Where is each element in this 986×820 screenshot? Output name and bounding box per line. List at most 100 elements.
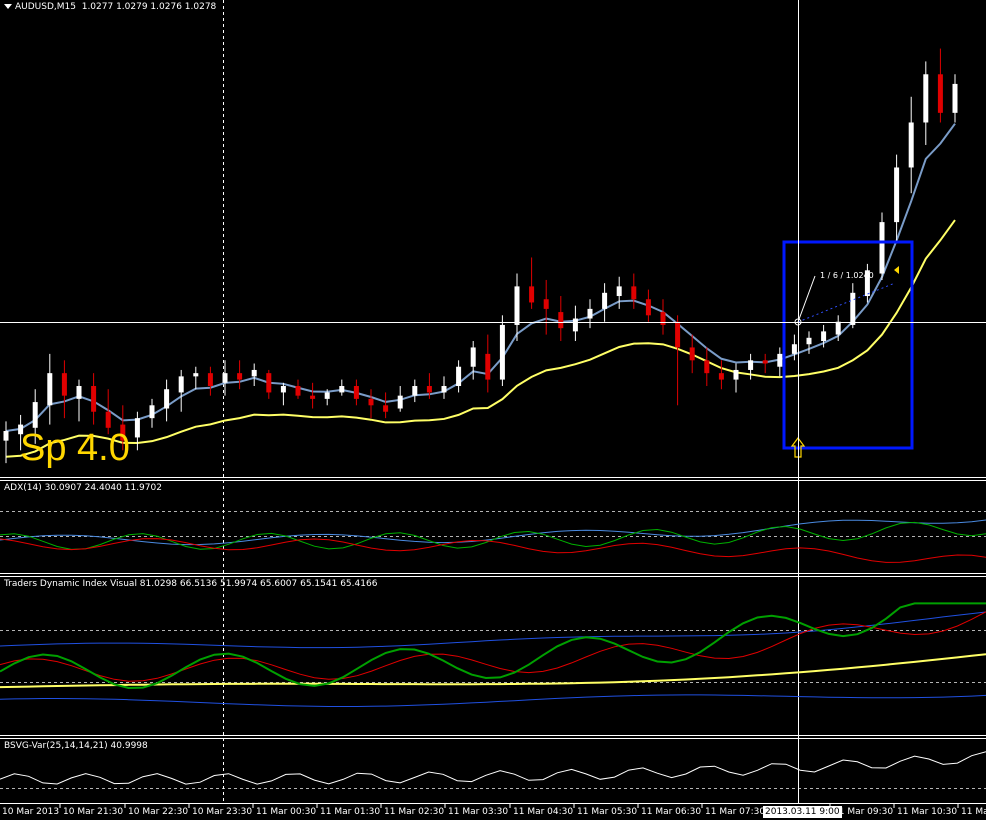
candle: [529, 257, 535, 309]
candle: [879, 212, 885, 280]
tdi-label: Traders Dynamic Index Visual 81.0298 66.…: [4, 579, 378, 589]
candle-body: [923, 74, 929, 123]
candle-body: [543, 299, 549, 309]
bsvg-line: [0, 751, 986, 785]
candle: [164, 379, 170, 422]
candle-body: [675, 321, 681, 348]
tdi-lower-band: [0, 694, 986, 707]
candle-body: [602, 292, 608, 309]
candle: [762, 353, 768, 374]
candle: [675, 315, 681, 406]
candle-body: [572, 318, 578, 332]
candle-body: [397, 395, 403, 409]
candle-body: [645, 299, 651, 316]
fast-ma-line: [5, 123, 956, 432]
candle-body: [47, 373, 53, 406]
candle-body: [91, 386, 97, 412]
candle: [412, 379, 418, 403]
candle-body: [280, 386, 286, 393]
candle: [485, 334, 491, 393]
candle-body: [383, 405, 389, 412]
candle-body: [3, 431, 9, 441]
ohlc-values: 1.0277 1.0279 1.0276 1.0278: [81, 2, 217, 12]
candle: [850, 283, 856, 329]
candle-body: [499, 324, 505, 380]
candle-body: [631, 286, 637, 300]
candle-body: [850, 292, 856, 325]
time-label: 11 Mar 05:30: [577, 807, 638, 817]
candle: [441, 376, 447, 399]
bsvg-indicator-line: [0, 751, 986, 785]
candle: [383, 392, 389, 419]
candle-body: [251, 369, 257, 377]
tdi-indicator-lines: [0, 602, 986, 707]
price-chart-canvas[interactable]: [0, 0, 986, 820]
symbol-title: AUDUSD,M15: [15, 2, 76, 12]
time-label: 11 Mar 10:30: [897, 807, 958, 817]
time-label: 11 Mar 02:30: [384, 807, 445, 817]
candle-body: [689, 347, 695, 361]
candle-body: [777, 353, 783, 367]
candle: [923, 61, 929, 145]
candle: [733, 363, 739, 393]
candle-body: [660, 312, 666, 325]
time-label: 10 Mar 2013: [2, 807, 60, 817]
moving-averages: [5, 123, 956, 458]
trendline[interactable]: [797, 282, 896, 323]
time-label: 10 Mar 23:30: [192, 807, 253, 817]
candle: [178, 369, 184, 412]
candle: [339, 379, 345, 396]
candle-body: [456, 366, 462, 387]
candle: [937, 48, 943, 123]
candle: [266, 369, 272, 399]
time-label: 11 Mar 06:30: [641, 807, 702, 817]
time-label: 11 Mar 03:30: [448, 807, 509, 817]
adx-indicator-lines: [0, 519, 986, 563]
candle: [514, 273, 520, 342]
candle-body: [733, 369, 739, 380]
candle: [587, 299, 593, 329]
candle: [952, 74, 958, 123]
candle-body: [514, 286, 520, 325]
plus-di-line: [0, 521, 986, 550]
candle-body: [587, 308, 593, 319]
candle: [543, 279, 549, 335]
candle: [689, 334, 695, 374]
candle: [631, 273, 637, 309]
time-label: 11 Mar 00:30: [256, 807, 317, 817]
candle-body: [426, 386, 432, 393]
adx-label: ADX(14) 30.0907 24.4040 11.9702: [4, 483, 162, 493]
candle-body: [61, 373, 67, 396]
time-label: 11 Mar: [961, 807, 986, 817]
candle-body: [616, 286, 622, 297]
candle-body: [791, 344, 797, 354]
time-label: 11 Mar 01:30: [320, 807, 381, 817]
candle: [499, 315, 505, 387]
candle-body: [134, 418, 140, 438]
candle-body: [762, 360, 768, 364]
candle-body: [718, 373, 724, 380]
dropdown-triangle-icon[interactable]: [4, 4, 12, 9]
candle-body: [32, 402, 38, 428]
candlesticks: [3, 48, 958, 464]
candle-body: [339, 386, 345, 393]
candle-body: [908, 122, 914, 168]
candle: [616, 276, 622, 309]
candle-body: [748, 360, 754, 370]
candle-body: [237, 373, 243, 380]
bsvg-label: BSVG-Var(25,14,14,21) 40.9998: [4, 741, 148, 751]
candle: [61, 360, 67, 419]
candle: [295, 379, 301, 399]
candle-body: [310, 395, 316, 399]
tdi-signal-line: [0, 611, 986, 682]
candle: [193, 366, 199, 390]
candle: [207, 366, 213, 396]
time-label: 10 Mar 21:30: [63, 807, 124, 817]
measure-line: [797, 275, 816, 323]
candle-body: [937, 74, 943, 113]
candle: [149, 398, 155, 428]
candle: [908, 96, 914, 194]
candle: [748, 353, 754, 380]
candle: [602, 283, 608, 322]
candle: [310, 382, 316, 409]
